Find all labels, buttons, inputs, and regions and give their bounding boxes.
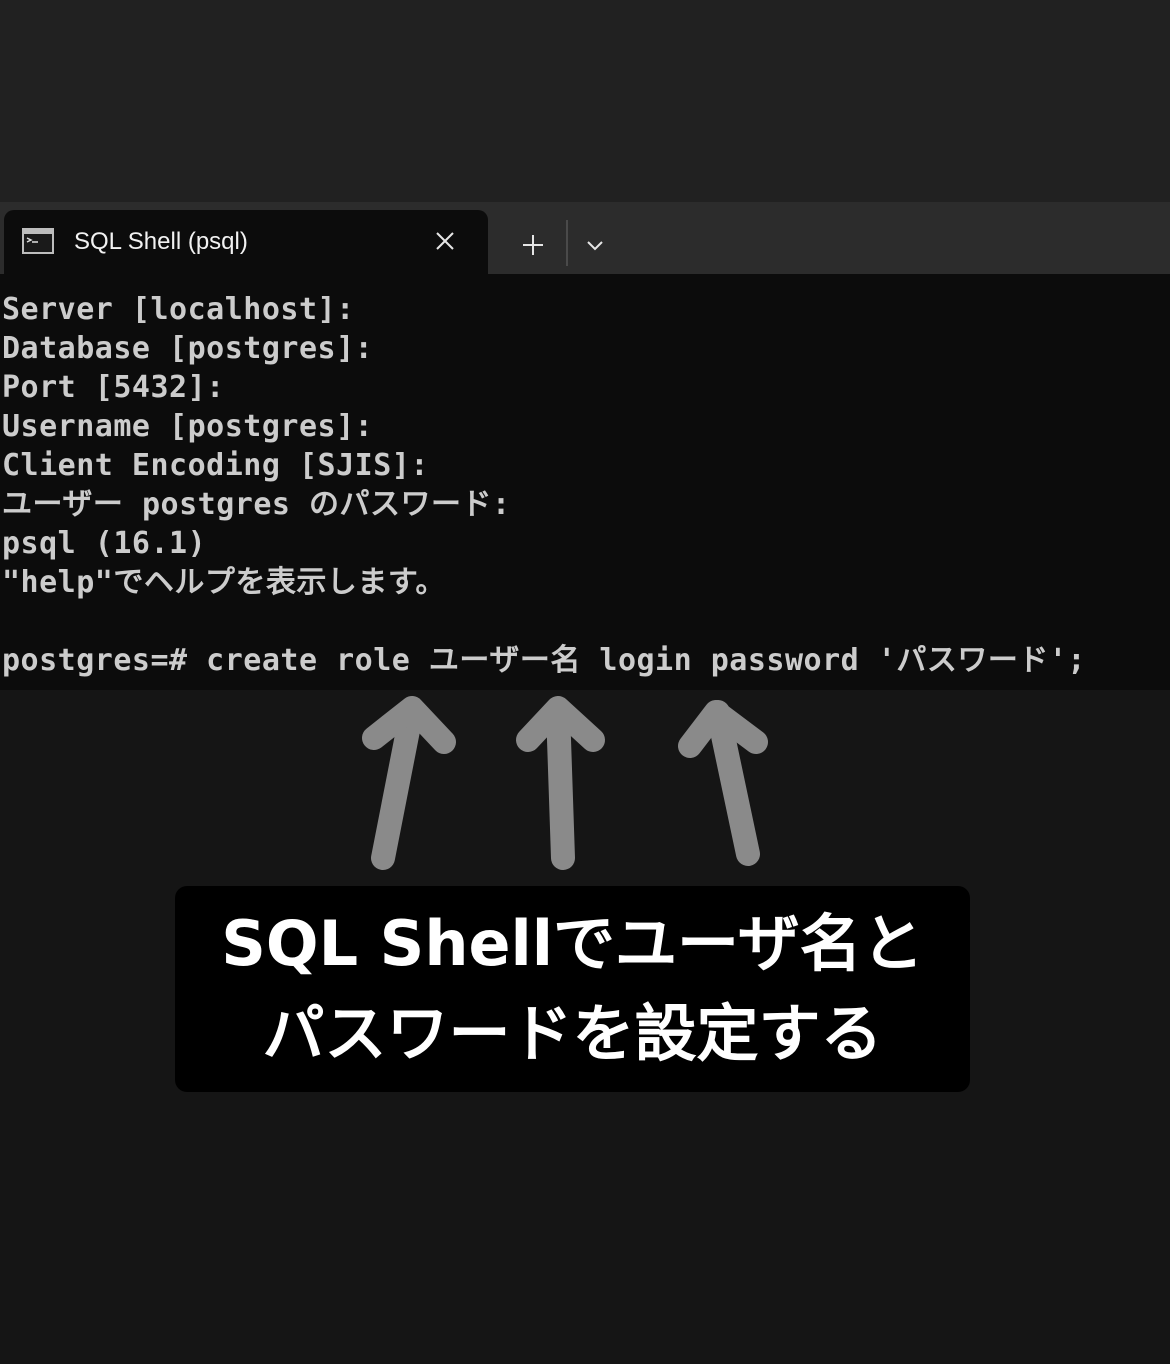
caption-line-1: SQL Shellでユーザ名と: [221, 907, 924, 980]
caption-box: SQL Shellでユーザ名と パスワードを設定する: [175, 886, 970, 1092]
tab-title: SQL Shell (psql): [74, 228, 248, 255]
tab-close-button[interactable]: [430, 226, 460, 256]
console-line: Database [postgres]:: [2, 331, 374, 366]
close-icon: [436, 232, 454, 250]
console-line: psql (16.1): [2, 526, 207, 561]
caption-line-2: パスワードを設定する: [262, 997, 883, 1070]
chevron-down-icon: [587, 241, 603, 251]
console-line: Username [postgres]:: [2, 409, 374, 444]
new-tab-button[interactable]: [512, 224, 554, 266]
tab-separator: [566, 220, 568, 266]
tab-dropdown-button[interactable]: [576, 224, 614, 266]
console-line: "help"でヘルプを表示します。: [2, 565, 446, 600]
console-line: ユーザー postgres のパスワード:: [2, 487, 511, 522]
console-line: Server [localhost]:: [2, 292, 355, 327]
arrow-up-icon: [516, 696, 605, 870]
console-line: Client Encoding [SJIS]:: [2, 448, 429, 483]
tab-sql-shell[interactable]: SQL Shell (psql): [4, 210, 488, 274]
plus-icon: [523, 235, 543, 255]
arrow-up-icon: [678, 700, 768, 866]
console-output[interactable]: Server [localhost]: Database [postgres]:…: [0, 274, 1170, 690]
pointer-arrows: [362, 696, 768, 870]
console-line: Port [5432]:: [2, 370, 225, 405]
console-command-line: postgres=# create role ユーザー名 login passw…: [2, 643, 1086, 678]
top-empty-area: [0, 0, 1170, 202]
tab-bar: SQL Shell (psql): [0, 202, 1170, 274]
arrow-up-icon: [362, 696, 456, 870]
terminal-icon: [22, 228, 54, 254]
